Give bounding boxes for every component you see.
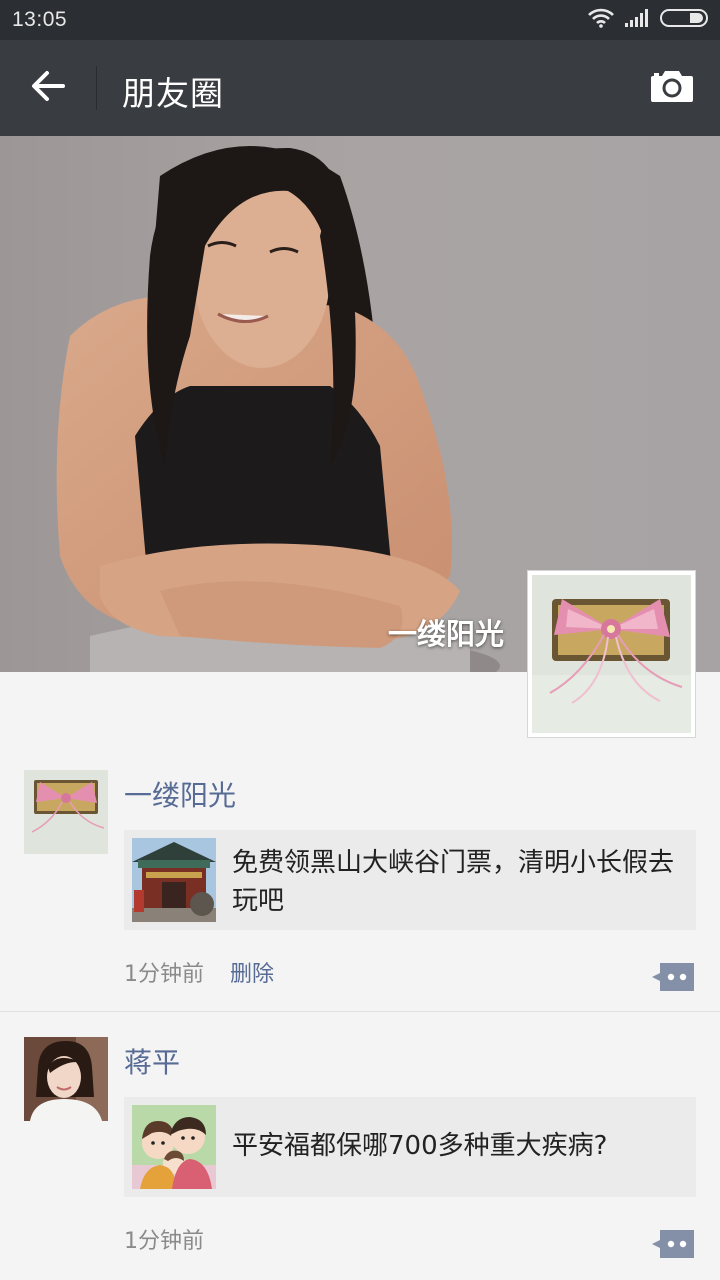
link-title: 平安福都保哪700多种重大疾病?	[232, 1131, 608, 1161]
feed-post: 一缕阳光 免费领黑山大峡谷门票，清明小长假去玩吧 1分钟前 删除	[0, 740, 720, 1012]
delete-link[interactable]: 删除	[230, 956, 274, 988]
wifi-icon	[588, 8, 614, 32]
post-time: 1分钟前	[124, 962, 204, 987]
back-button[interactable]	[22, 62, 74, 114]
arrow-left-icon	[30, 70, 66, 106]
post-author[interactable]: 一缕阳光	[124, 774, 236, 814]
status-time: 13:05	[12, 8, 68, 31]
status-icons	[588, 8, 708, 32]
post-author[interactable]: 蒋平	[124, 1041, 180, 1081]
profile-avatar[interactable]	[527, 570, 696, 738]
post-time: 1分钟前	[124, 1229, 204, 1254]
camera-button[interactable]	[646, 62, 698, 114]
comment-button[interactable]	[652, 1228, 696, 1260]
link-card[interactable]: 平安福都保哪700多种重大疾病?	[124, 1097, 696, 1197]
post-avatar[interactable]	[24, 1037, 108, 1121]
comment-button[interactable]	[652, 961, 696, 993]
profile-name[interactable]: 一缕阳光	[388, 611, 504, 653]
battery-icon	[660, 8, 708, 32]
link-thumbnail	[132, 1105, 216, 1189]
title-divider	[96, 66, 97, 110]
status-bar: 13:05	[0, 0, 720, 40]
signal-icon	[624, 8, 650, 32]
feed-post: 蒋平 平安福都保哪700多种重大疾病? 1分钟前	[0, 1012, 720, 1280]
camera-icon	[649, 68, 695, 108]
link-title: 免费领黑山大峡谷门票，清明小长假去玩吧	[232, 848, 675, 916]
post-avatar[interactable]	[24, 770, 108, 854]
link-card[interactable]: 免费领黑山大峡谷门票，清明小长假去玩吧	[124, 830, 696, 930]
comment-icon	[652, 963, 696, 997]
comment-icon	[652, 1230, 696, 1264]
title-bar: 朋友圈	[0, 40, 720, 136]
page-title: 朋友圈	[122, 74, 224, 113]
link-thumbnail	[132, 838, 216, 922]
